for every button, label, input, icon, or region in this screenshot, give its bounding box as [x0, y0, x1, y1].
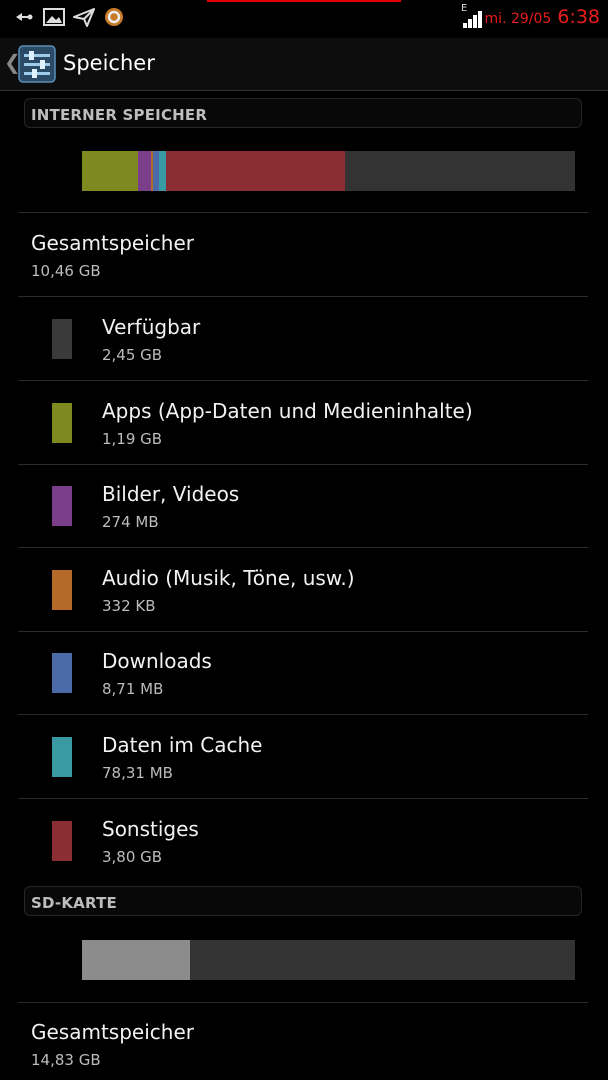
storage-item-label: Downloads	[102, 649, 212, 673]
storage-item-label: Apps (App-Daten und Medieninhalte)	[102, 399, 473, 423]
sd-usage-bar	[82, 940, 575, 980]
internal-total-row[interactable]: Gesamtspeicher 10,46 GB	[0, 213, 608, 296]
total-value: 10,46 GB	[31, 262, 101, 280]
status-strip	[207, 0, 401, 2]
color-swatch	[52, 821, 72, 861]
storage-item-value: 8,71 MB	[102, 680, 164, 698]
sd-used-segment	[82, 940, 190, 980]
storage-item-value: 274 MB	[102, 513, 159, 531]
storage-item-value: 332 KB	[102, 597, 156, 615]
bar-segment-apps	[82, 151, 138, 191]
storage-item-row[interactable]: Daten im Cache 78,31 MB	[0, 715, 608, 798]
color-swatch	[52, 570, 72, 610]
storage-item-row[interactable]: Apps (App-Daten und Medieninhalte) 1,19 G…	[0, 381, 608, 464]
status-time: 6:38	[557, 6, 600, 28]
storage-item-value: 1,19 GB	[102, 430, 163, 448]
color-swatch	[52, 653, 72, 693]
gallery-icon	[43, 8, 65, 26]
storage-item-row[interactable]: Downloads 8,71 MB	[0, 631, 608, 714]
page-title: Speicher	[63, 51, 155, 75]
section-header-sd: SD-KARTE	[24, 886, 582, 916]
storage-item-row[interactable]: Bilder, Videos 274 MB	[0, 464, 608, 547]
color-swatch	[52, 486, 72, 526]
sd-total-label: Gesamtspeicher	[31, 1020, 194, 1044]
storage-item-row[interactable]: Verfügbar 2,45 GB	[0, 297, 608, 380]
usb-debug-icon	[16, 13, 33, 21]
storage-item-row[interactable]: Audio (Musik, Töne, usw.) 332 KB	[0, 548, 608, 631]
section-header-internal: INTERNER SPEICHER	[24, 98, 582, 128]
internal-usage-bar	[82, 151, 575, 191]
storage-item-label: Verfügbar	[102, 315, 201, 339]
sd-total-value: 14,83 GB	[31, 1051, 101, 1069]
status-bar: E mi. 29/05 6:38	[0, 0, 608, 34]
bar-segment-daten-im-cache	[159, 151, 166, 191]
total-label: Gesamtspeicher	[31, 231, 194, 255]
section-label-sd: SD-KARTE	[31, 894, 117, 912]
section-label-internal: INTERNER SPEICHER	[31, 106, 208, 124]
storage-item-label: Sonstiges	[102, 817, 199, 841]
storage-item-label: Daten im Cache	[102, 733, 263, 757]
storage-item-row[interactable]: Sonstiges 3,80 GB	[0, 799, 608, 882]
color-swatch	[52, 737, 72, 777]
storage-item-value: 2,45 GB	[102, 346, 163, 364]
action-bar[interactable]: ❮ Speicher	[0, 38, 608, 90]
clock: mi. 29/05 6:38	[485, 6, 600, 28]
action-bar-divider	[0, 90, 608, 91]
bar-segment-sonstiges	[166, 151, 345, 191]
app-notification-icon	[105, 8, 123, 26]
sd-total-row[interactable]: Gesamtspeicher 14,83 GB	[0, 1003, 608, 1080]
send-icon	[73, 8, 95, 27]
bar-segment-bilder-videos	[138, 151, 151, 191]
status-date: mi. 29/05	[484, 11, 552, 27]
storage-item-label: Bilder, Videos	[102, 482, 240, 506]
storage-item-label: Audio (Musik, Töne, usw.)	[102, 566, 355, 590]
storage-item-value: 3,80 GB	[102, 848, 163, 866]
color-swatch	[52, 319, 72, 359]
settings-app-icon[interactable]	[18, 45, 56, 83]
signal-icon	[463, 11, 482, 28]
storage-item-value: 78,31 MB	[102, 764, 173, 782]
color-swatch	[52, 403, 72, 443]
